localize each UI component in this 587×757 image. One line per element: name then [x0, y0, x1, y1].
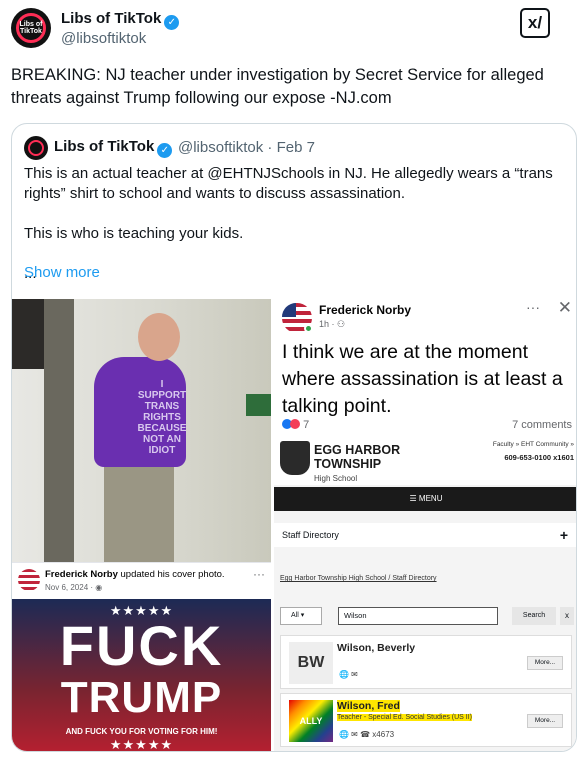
show-more-link[interactable]: Show more — [24, 264, 100, 281]
shirt-text: I SUPPORT TRANS RIGHTS BECAUSE NOT AN ID… — [137, 379, 187, 456]
quoted-paragraph-2: This is who is teaching your kids. — [24, 225, 244, 242]
cover-action: updated his cover photo. — [117, 569, 225, 580]
more-button: More... — [527, 714, 563, 728]
breadcrumb: Egg Harbor Township High School / Staff … — [280, 575, 437, 582]
cover-poster: Frederick Norby — [45, 569, 118, 580]
contact-icons: 🌐 ✉ — [339, 670, 358, 679]
staff-card-beverly: BW Wilson, Beverly 🌐 ✉ More... — [280, 635, 572, 689]
fb-post-meta: 1h · ⚇ — [319, 319, 346, 329]
school-name-line-2: TOWNSHIP — [314, 457, 382, 471]
quoted-handle-date: @libsoftiktok · Feb 7 — [178, 139, 315, 156]
flag-avatar-icon — [18, 569, 40, 591]
staff-directory-header: Staff Directory + — [274, 523, 576, 547]
author-handle[interactable]: @libsoftiktok — [61, 30, 146, 47]
cover-update-title: Frederick Norby updated his cover photo. — [45, 569, 225, 580]
contact-icons: 🌐 ✉ ☎ x4673 — [339, 730, 395, 739]
cover-date: Nov 6, 2024 · ◉ — [45, 583, 103, 592]
tweet-text: BREAKING: NJ teacher under investigation… — [11, 66, 544, 107]
quoted-author-name: Libs of TikTok ✓ — [54, 138, 173, 158]
school-name-line-1: EGG HARBOR — [314, 443, 401, 457]
staff-name: Wilson, Beverly — [337, 642, 416, 654]
person-legs — [104, 459, 174, 562]
ally-heart-icon: ALLY — [289, 700, 333, 742]
fb-post-text: I think we are at the moment where assas… — [282, 341, 563, 417]
photo-window — [12, 299, 44, 369]
filter-select: All ▾ — [280, 607, 322, 625]
online-status-dot — [304, 324, 313, 333]
author-name[interactable]: Libs of TikTok ✓ — [61, 10, 180, 30]
school-phone: 609-653-0100 x1601 — [504, 453, 574, 462]
expand-plus-icon: + — [559, 527, 568, 543]
heart-icon — [290, 419, 300, 429]
stars-bottom: ★★★★★ — [109, 737, 174, 752]
fb-comments: 7 comments — [512, 419, 572, 431]
cover-update-header: Frederick Norby updated his cover photo.… — [12, 562, 271, 599]
quoted-author-name-text: Libs of TikTok — [54, 138, 155, 155]
person-head — [138, 313, 180, 361]
school-name: EGG HARBOR TOWNSHIP — [314, 443, 400, 471]
exit-sign — [246, 394, 271, 416]
quoted-author-avatar — [24, 136, 48, 160]
cover-big-text-1: FUCK — [59, 614, 224, 677]
search-button: Search — [512, 607, 556, 625]
school-header: EGG HARBOR TOWNSHIP High School Faculty … — [274, 435, 576, 485]
staff-initials-avatar: BW — [289, 642, 333, 684]
more-button: More... — [527, 656, 563, 670]
quoted-ellipsis: ... — [24, 265, 37, 282]
school-directory-screenshot[interactable]: EGG HARBOR TOWNSHIP High School Faculty … — [274, 435, 576, 751]
author-name-text[interactable]: Libs of TikTok — [61, 10, 161, 27]
quoted-paragraph-1: This is an actual teacher at @EHTNJSchoo… — [24, 165, 553, 202]
school-subtitle: High School — [314, 474, 358, 483]
teacher-photo[interactable]: I SUPPORT TRANS RIGHTS BECAUSE NOT AN ID… — [12, 299, 271, 562]
more-options-icon: ··· — [526, 299, 540, 315]
reaction-count: 7 — [303, 419, 310, 431]
tweet-header: Libs of TikTok Libs of TikTok ✓ @libsofti… — [11, 8, 576, 54]
verified-badge-icon: ✓ — [157, 143, 173, 158]
more-options-icon: ··· — [253, 567, 265, 581]
staff-directory-title: Staff Directory — [282, 530, 339, 540]
photo-door — [44, 299, 74, 562]
cover-photo: ★★★★★ FUCK TRUMP AND FUCK YOU FOR VOTING… — [12, 599, 271, 752]
media-grid[interactable]: I SUPPORT TRANS RIGHTS BECAUSE NOT AN ID… — [12, 298, 576, 752]
facebook-post-screenshot[interactable]: Frederick Norby 1h · ⚇ ··· ✕ I think we … — [274, 298, 576, 435]
staff-title: Teacher - Special Ed. Social Studies (US… — [337, 714, 473, 721]
fb-reactions: 7 — [282, 419, 309, 431]
fb-poster-name: Frederick Norby — [319, 303, 412, 317]
close-icon: ✕ — [557, 298, 572, 317]
quoted-tweet[interactable]: Libs of TikTok ✓ @libsoftiktok · Feb 7 Th… — [11, 123, 577, 752]
grok-icon[interactable]: x/ — [520, 8, 550, 38]
staff-name: Wilson, Fred — [337, 700, 400, 712]
cover-big-text-2: TRUMP — [60, 673, 223, 722]
school-links: Faculty » EHT Community » — [492, 441, 574, 448]
author-avatar[interactable]: Libs of TikTok — [11, 8, 51, 48]
staff-card-fred: ALLY Wilson, Fred Teacher - Special Ed. … — [280, 693, 572, 747]
directory-search-row: All ▾ Wilson Search x — [280, 607, 574, 625]
search-input: Wilson — [338, 607, 498, 625]
menu-bar: ☰ MENU — [274, 487, 576, 511]
quoted-text: This is an actual teacher at @EHTNJSchoo… — [24, 164, 564, 284]
verified-badge-icon: ✓ — [164, 15, 180, 30]
school-crest-icon — [280, 441, 310, 475]
avatar-text: Libs of TikTok — [19, 21, 43, 35]
clear-button: x — [560, 607, 574, 625]
cover-small-text: AND FUCK YOU FOR VOTING FOR HIM! — [65, 727, 218, 736]
